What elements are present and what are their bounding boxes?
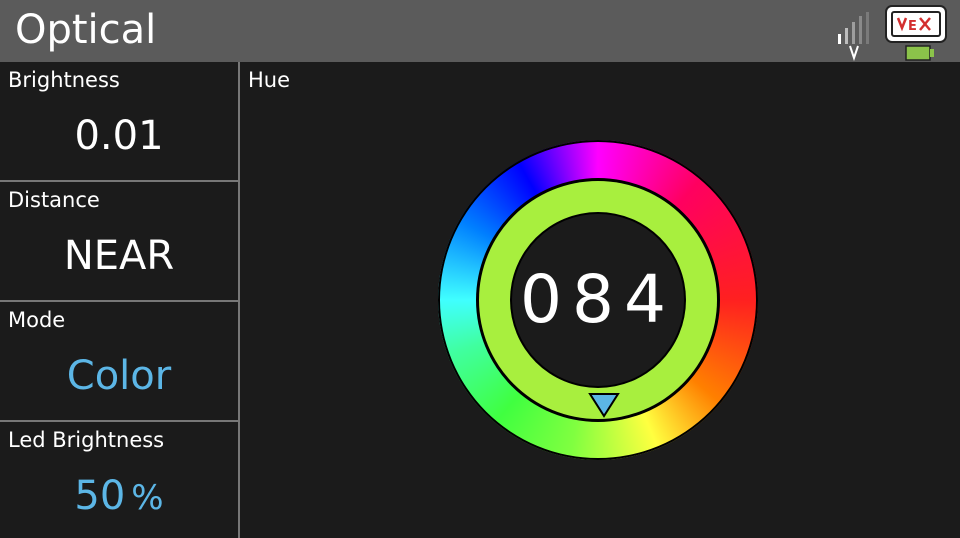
panel-divider — [238, 62, 240, 538]
mode-value[interactable]: Color — [0, 350, 238, 402]
led-brightness-number: 50 — [74, 473, 126, 519]
led-brightness-cell[interactable]: Led Brightness 50% — [0, 422, 238, 538]
hue-wheel: 084 — [438, 140, 758, 460]
hue-label: Hue — [248, 68, 291, 92]
brightness-value: 0.01 — [74, 113, 164, 159]
brightness-cell: Brightness 0.01 — [0, 62, 238, 181]
led-brightness-unit: % — [131, 478, 164, 518]
signal-bars-icon — [838, 12, 869, 62]
mode-cell[interactable]: Mode Color — [0, 302, 238, 421]
sensor-readings-panel: Brightness 0.01 Distance NEAR Mode Color… — [0, 62, 238, 538]
distance-cell: Distance NEAR — [0, 182, 238, 301]
mode-label: Mode — [8, 308, 66, 332]
hue-value: 084 — [520, 261, 676, 338]
led-brightness-value[interactable]: 50% — [0, 470, 238, 524]
vex-brain-icon: E — [885, 5, 947, 61]
led-brightness-label: Led Brightness — [8, 428, 165, 452]
brightness-label: Brightness — [8, 68, 120, 92]
header-bar: Optical E — [0, 0, 960, 62]
svg-text:E: E — [908, 19, 917, 34]
distance-label: Distance — [8, 188, 100, 212]
optical-sensor-screen: Optical E Brightness 0.01 Distance NEAR … — [0, 0, 960, 538]
hue-pointer-icon — [588, 393, 620, 418]
distance-value: NEAR — [63, 233, 175, 279]
page-title: Optical — [15, 7, 157, 53]
